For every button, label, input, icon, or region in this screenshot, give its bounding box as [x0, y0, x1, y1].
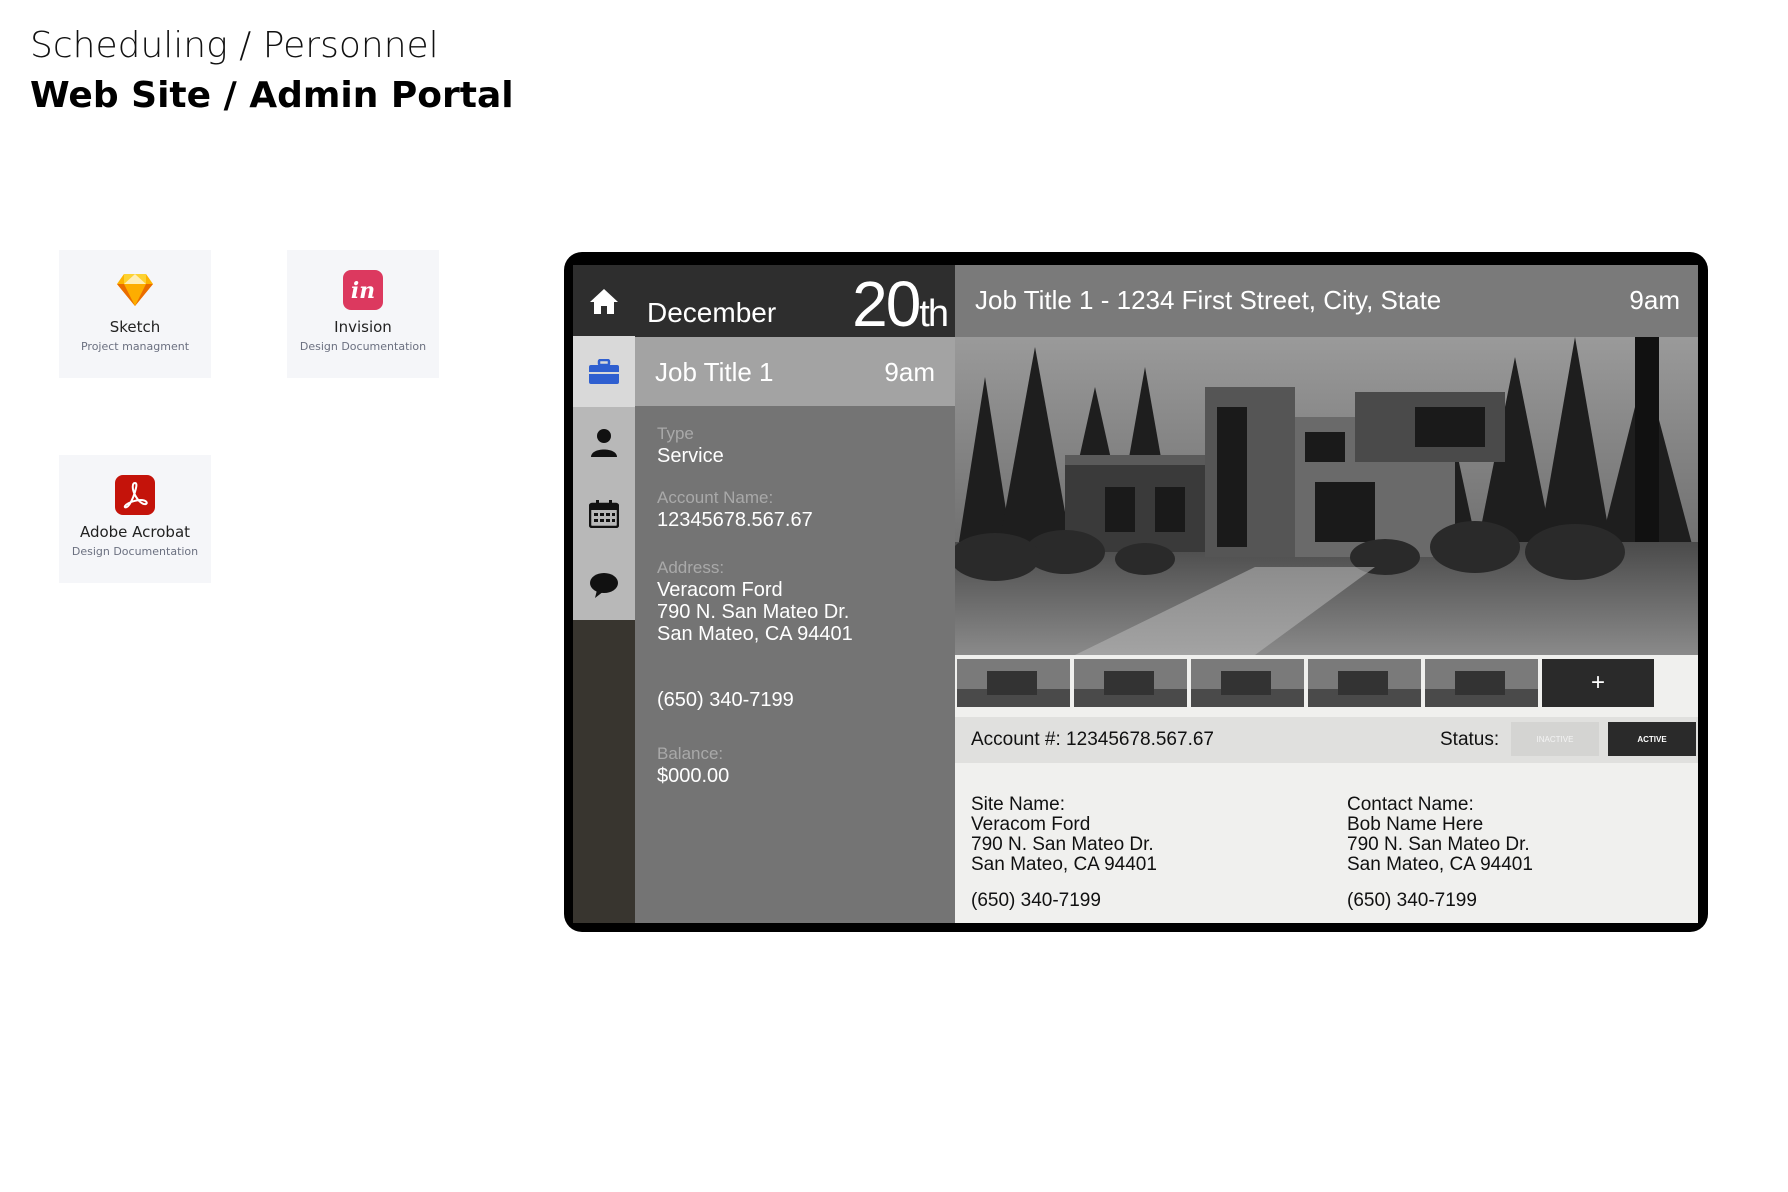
page-header: Scheduling / Personnel Web Site / Admin … — [30, 22, 514, 122]
tool-name: Adobe Acrobat — [79, 523, 191, 541]
nav-calendar[interactable] — [573, 478, 635, 549]
tool-card-sketch[interactable]: Sketch Project managment — [59, 250, 211, 378]
account-number: Account #: 12345678.567.67 — [971, 729, 1214, 750]
page-subtitle: Scheduling / Personnel — [30, 25, 439, 66]
contact-name-label: Contact Name: — [1347, 794, 1474, 815]
briefcase-icon — [589, 358, 619, 384]
contact-info: Contact Name: Bob Name Here 790 N. San M… — [1347, 795, 1533, 875]
invision-icon: in — [343, 270, 383, 310]
address-line: San Mateo, CA 94401 — [657, 623, 853, 645]
account-name-value: 12345678.567.67 — [657, 509, 813, 531]
acrobat-icon — [115, 475, 155, 515]
nav-jobs[interactable] — [573, 336, 635, 407]
type-label: Type — [657, 424, 694, 443]
nav-people[interactable] — [573, 407, 635, 478]
contact-line: San Mateo, CA 94401 — [1347, 854, 1533, 875]
status-active-button[interactable]: ACTIVE — [1608, 722, 1696, 756]
site-line: San Mateo, CA 94401 — [971, 854, 1157, 875]
tool-name: Sketch — [109, 318, 161, 336]
job-overview-panel: Job Title 1 - 1234 First Street, City, S… — [955, 265, 1698, 923]
tool-desc: Design Documentation — [71, 545, 199, 558]
device-frame: December 20th Job Title 1 9am Type Servi… — [564, 252, 1708, 932]
phone-field: (650) 340-7199 — [657, 689, 794, 711]
add-photo-button[interactable]: + — [1542, 659, 1654, 707]
nav-messages[interactable] — [573, 549, 635, 620]
balance-value: $000.00 — [657, 765, 730, 787]
photo-thumbnail[interactable] — [1425, 659, 1538, 707]
status-inactive-button[interactable]: INACTIVE — [1511, 722, 1599, 756]
site-line: 790 N. San Mateo Dr. — [971, 834, 1154, 855]
home-icon — [590, 288, 618, 314]
balance-field: Balance: $000.00 — [657, 743, 729, 787]
tool-card-acrobat[interactable]: Adobe Acrobat Design Documentation — [59, 455, 211, 583]
chat-bubble-icon — [590, 572, 618, 598]
photo-thumbnail[interactable] — [1308, 659, 1421, 707]
account-status-bar: Account #: 12345678.567.67 Status: INACT… — [955, 717, 1698, 763]
status-label: Status: — [1440, 729, 1500, 750]
photo-thumbnails: + — [957, 659, 1654, 707]
site-line: Veracom Ford — [971, 814, 1091, 835]
type-field: Type Service — [657, 423, 724, 467]
page-title: Web Site / Admin Portal — [30, 75, 514, 116]
site-info: Site Name: Veracom Ford 790 N. San Mateo… — [971, 795, 1157, 875]
photo-thumbnail[interactable] — [1191, 659, 1304, 707]
tool-card-invision[interactable]: in Invision Design Documentation — [287, 250, 439, 378]
photo-thumbnail[interactable] — [957, 659, 1070, 707]
tool-name: Invision — [334, 318, 392, 336]
job-detail-panel: December 20th Job Title 1 9am Type Servi… — [635, 265, 955, 923]
job-time: 9am — [884, 357, 935, 387]
address-line: Veracom Ford — [657, 579, 783, 601]
account-name-field: Account Name: 12345678.567.67 — [657, 487, 813, 531]
date-header: December 20th — [635, 265, 955, 340]
contact-line: 790 N. San Mateo Dr. — [1347, 834, 1530, 855]
site-name-label: Site Name: — [971, 794, 1065, 815]
date-day: 20th — [852, 268, 949, 340]
type-value: Service — [657, 445, 724, 467]
address-line: 790 N. San Mateo Dr. — [657, 601, 850, 623]
calendar-icon — [589, 499, 619, 528]
site-phone: (650) 340-7199 — [971, 890, 1101, 911]
tool-desc: Project managment — [80, 340, 190, 353]
address-field: Address: Veracom Ford 790 N. San Mateo D… — [657, 557, 853, 645]
contact-phone: (650) 340-7199 — [1347, 890, 1477, 911]
app-screen: December 20th Job Title 1 9am Type Servi… — [573, 265, 1698, 923]
job-title-bar: Job Title 1 - 1234 First Street, City, S… — [955, 265, 1698, 337]
tool-desc: Design Documentation — [299, 340, 427, 353]
job-title: Job Title 1 — [655, 357, 774, 387]
nav-rail — [573, 265, 635, 923]
date-month: December — [647, 297, 777, 328]
svg-text:in: in — [351, 278, 375, 304]
job-address-title: Job Title 1 - 1234 First Street, City, S… — [975, 285, 1442, 315]
nav-home[interactable] — [573, 265, 635, 336]
property-photo — [955, 337, 1698, 655]
sketch-icon — [115, 270, 155, 310]
job-address-time: 9am — [1629, 285, 1680, 315]
phone-value: (650) 340-7199 — [657, 689, 794, 711]
photo-thumbnail[interactable] — [1074, 659, 1187, 707]
balance-label: Balance: — [657, 744, 724, 763]
account-name-label: Account Name: — [657, 488, 774, 507]
address-label: Address: — [657, 558, 725, 577]
job-list-item[interactable]: Job Title 1 9am — [635, 337, 955, 406]
person-icon — [591, 428, 617, 457]
contact-line: Bob Name Here — [1347, 814, 1484, 835]
